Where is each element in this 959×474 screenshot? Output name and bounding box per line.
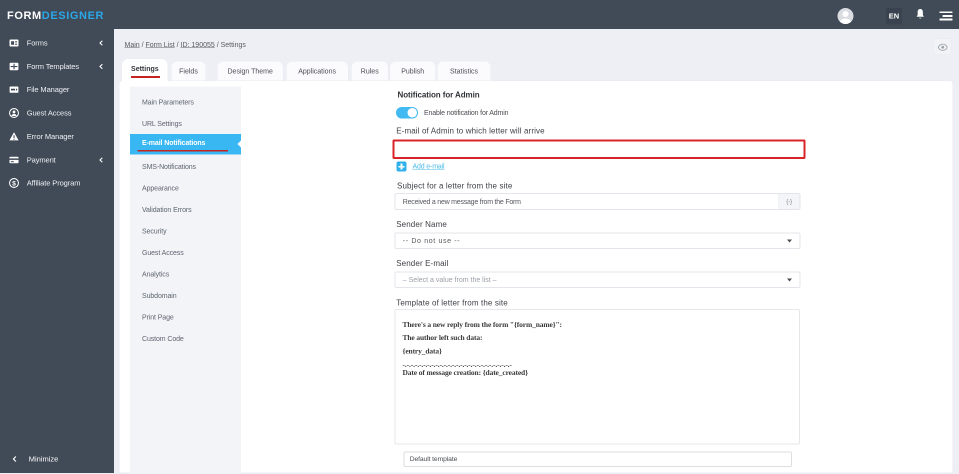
svg-text:$: $: [12, 180, 16, 187]
